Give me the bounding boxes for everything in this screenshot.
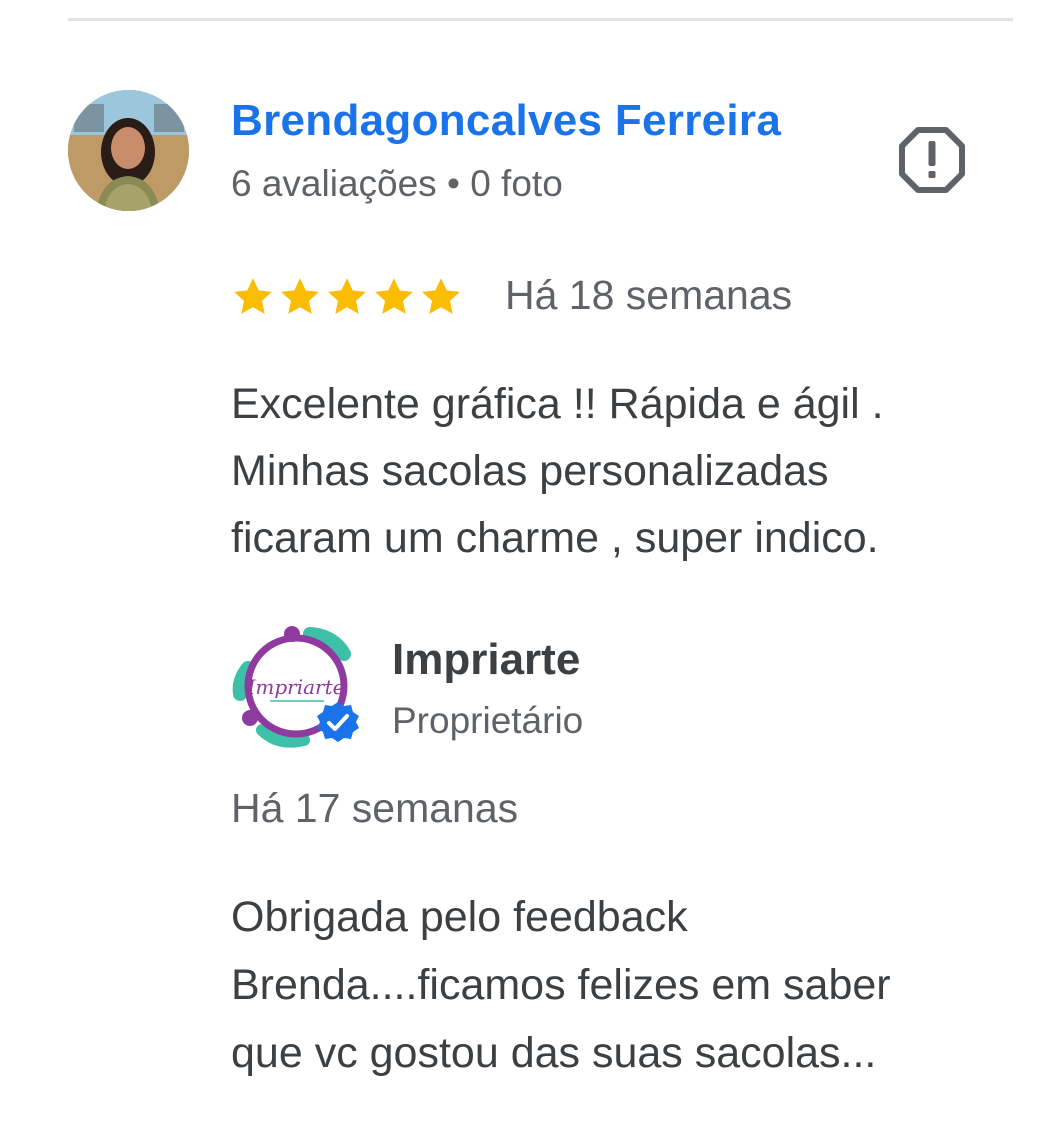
review-card: Brendagoncalves Ferreira 6 avaliações • … — [0, 0, 1063, 1136]
star-rating — [231, 275, 463, 319]
owner-reply-text: Obrigada pelo feedback Brenda....ficamos… — [231, 883, 1021, 1087]
owner-role: Proprietário — [392, 700, 584, 741]
reviewer-stats: 6 avaliações • 0 foto — [231, 163, 563, 204]
star-icon — [328, 278, 366, 314]
logo-text: Impriarte — [247, 675, 345, 699]
owner-reply-text-line: Brenda....ficamos felizes em saber — [231, 961, 891, 1009]
star-icon — [422, 278, 460, 314]
review-text-line: Excelente gráfica !! Rápida e ágil . — [231, 380, 884, 428]
star-icon — [375, 278, 413, 314]
owner-reply-text-line: Obrigada pelo feedback — [231, 893, 688, 941]
owner-reply-text-line: que vc gostou das suas sacolas... — [231, 1029, 877, 1077]
reviewer-avatar[interactable] — [68, 90, 189, 211]
divider — [68, 18, 1013, 21]
star-icon — [281, 278, 319, 314]
owner-name: Impriarte — [392, 635, 581, 684]
avatar-photo — [68, 90, 189, 211]
review-text-line: ficaram um charme , super indico. — [231, 514, 879, 562]
owner-reply-time: Há 17 semanas — [231, 785, 519, 831]
review-time: Há 18 semanas — [505, 272, 793, 318]
review-text-line: Minhas sacolas personalizadas — [231, 447, 829, 495]
reviewer-name[interactable]: Brendagoncalves Ferreira — [231, 96, 781, 146]
star-icon — [234, 278, 272, 314]
review-text: Excelente gráfica !! Rápida e ágil . Min… — [231, 371, 1001, 572]
owner-logo: Impriarte — [226, 622, 366, 752]
report-octagon-icon[interactable] — [898, 126, 966, 194]
